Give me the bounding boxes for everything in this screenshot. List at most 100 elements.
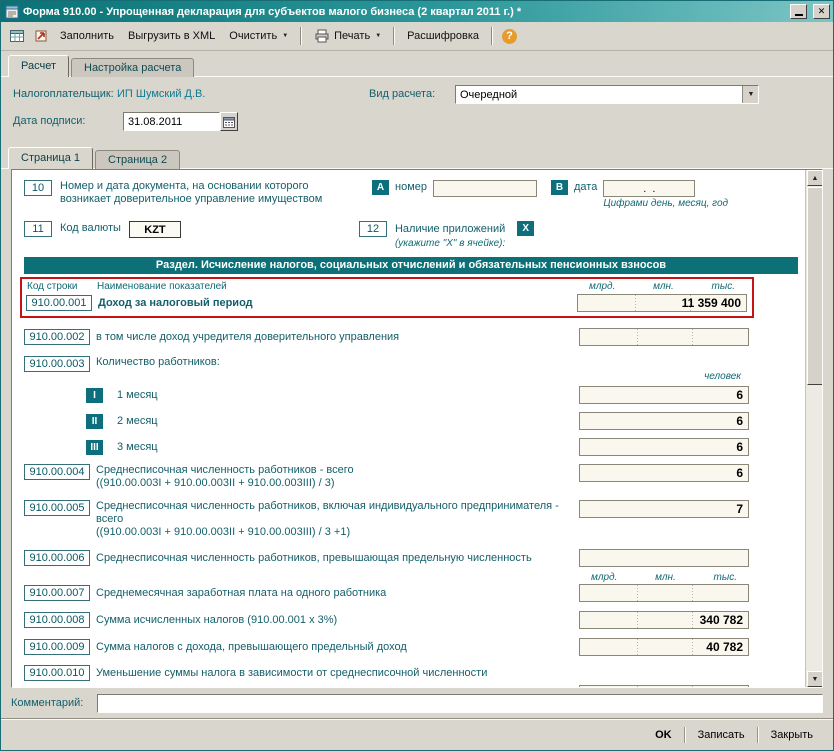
tab-page2[interactable]: Страница 2 [95, 150, 180, 169]
scroll-up-button[interactable]: ▲ [807, 170, 823, 186]
row-code: 11 [24, 221, 52, 237]
form-row-10: 10 Номер и дата документа, на основании … [24, 180, 805, 209]
attachments-group: Наличие приложений X (укажите "X" в ячей… [395, 221, 534, 249]
ok-button[interactable]: OK [645, 726, 682, 744]
attachments-x-field[interactable]: X [517, 221, 534, 236]
form-area: 10 Номер и дата документа, на основании … [11, 169, 823, 688]
toolbar-separator [300, 27, 302, 45]
calc-type-select[interactable]: Очередной ▼ [455, 85, 759, 104]
row-value-input[interactable] [579, 685, 749, 687]
clear-button[interactable]: Очистить▼ [223, 26, 294, 46]
scroll-down-button[interactable]: ▼ [807, 671, 823, 687]
form-row-month3: III 3 месяц [24, 438, 805, 456]
row-code: 12 [359, 221, 387, 237]
date-format-caption: Цифрами день, месяц, год [603, 198, 728, 209]
window-icon [5, 5, 19, 19]
col-name-header: Наименование показателей [97, 281, 227, 292]
calc-type-dropdown-button[interactable]: ▼ [742, 86, 758, 103]
export-xml-button[interactable]: Выгрузить в XML [122, 26, 221, 46]
export-xml-label: Выгрузить в XML [128, 30, 215, 42]
column-header-row: Код строки Наименование показателей млрд… [26, 281, 749, 294]
row-label: Количество работников: [96, 356, 220, 368]
tab-calc[interactable]: Расчет [8, 55, 69, 77]
row-value-input[interactable] [579, 638, 749, 656]
row-label-line1: Номер и дата документа, на основании кот… [60, 180, 372, 193]
row-label: Сумма исчисленных налогов (910.00.001 х … [96, 614, 337, 626]
row-value-input[interactable] [579, 549, 749, 567]
refresh-button[interactable] [30, 25, 52, 47]
form-row-910-00-002: 910.00.002 в том числе доход учредителя … [24, 328, 805, 346]
refresh-icon [33, 28, 49, 44]
taxpayer-value[interactable]: ИП Шумский Д.В. [117, 88, 205, 100]
help-button[interactable]: ? [499, 26, 520, 47]
page-tabstrip: Страница 1 Страница 2 [1, 143, 833, 169]
row-code: 910.00.006 [24, 550, 90, 566]
chevron-down-icon: ▼ [282, 33, 288, 39]
row-code: 910.00.005 [24, 500, 90, 516]
roman-iii-chip: III [86, 440, 103, 455]
form-row-910-00-009: 910.00.009 Сумма налогов с дохода, превы… [24, 638, 805, 656]
row-label-line1: Среднесписочная численность работников, … [96, 500, 579, 526]
unit-mn: млн. [655, 572, 676, 583]
row-value-input[interactable] [579, 500, 749, 518]
taxpayer-row: Налогоплательщик: ИП Шумский Д.В. Вид ра… [11, 85, 823, 106]
month1-value-input[interactable] [579, 386, 749, 404]
calendar-button[interactable] [220, 112, 238, 131]
row-value-input[interactable] [579, 328, 749, 346]
close-button-bottom[interactable]: Закрыть [761, 726, 823, 744]
vertical-scrollbar[interactable]: ▲ ▼ [805, 170, 822, 687]
arrow-down-icon: ▼ [812, 676, 819, 683]
scrollbar-thumb[interactable] [807, 187, 823, 385]
doc-number-input[interactable] [433, 180, 537, 197]
col-code-header: Код строки [27, 281, 97, 292]
calc-type-value: Очередной [456, 89, 742, 101]
date-label: дата [574, 181, 597, 193]
row-label: Среднесписочная численность работников, … [96, 552, 532, 564]
decrypt-button[interactable]: Расшифровка [401, 26, 485, 46]
form-row-month2: II 2 месяц [24, 412, 805, 430]
fill-button[interactable]: Заполнить [54, 26, 120, 46]
report-grid-button[interactable] [6, 25, 28, 47]
calendar-icon [223, 116, 235, 128]
main-tabstrip: Расчет Настройка расчета [1, 51, 833, 77]
minimize-button[interactable] [790, 4, 807, 19]
minimize-icon [795, 14, 803, 16]
tab-settings[interactable]: Настройка расчета [71, 58, 194, 77]
currency-value-field[interactable]: KZT [129, 221, 181, 238]
row-code: 910.00.004 [24, 464, 90, 480]
doc-date-input[interactable] [603, 180, 695, 197]
row-value-input[interactable] [579, 464, 749, 482]
button-separator [757, 727, 759, 743]
row-code: 910.00.010 [24, 665, 90, 681]
units-row-007: млрд. млн. тыс. [24, 571, 805, 583]
header-fields: Налогоплательщик: ИП Шумский Д.В. Вид ра… [1, 77, 833, 143]
bottom-bar: OK Записать Закрыть [1, 718, 833, 750]
form-row-910-00-006: 910.00.006 Среднесписочная численность р… [24, 549, 805, 567]
row-code: 10 [24, 180, 52, 196]
save-button[interactable]: Записать [688, 726, 755, 744]
row-value-input[interactable] [579, 584, 749, 602]
form-content: 10 Номер и дата документа, на основании … [12, 170, 805, 687]
tab-page1[interactable]: Страница 1 [8, 147, 93, 169]
month3-value-input[interactable] [579, 438, 749, 456]
roman-ii-chip: II [86, 414, 103, 429]
roman-i-chip: I [86, 388, 103, 403]
unit-bn: млрд. [589, 281, 615, 292]
month2-value-input[interactable] [579, 412, 749, 430]
print-button[interactable]: Печать▼ [308, 24, 387, 48]
chevron-down-icon: ▼ [375, 33, 381, 39]
row-value-input[interactable] [579, 611, 749, 629]
month3-label: 3 месяц [117, 441, 158, 453]
unit-mn: млн. [653, 281, 674, 292]
comment-input[interactable] [97, 694, 823, 713]
row-code: 910.00.001 [26, 295, 92, 311]
titlebar[interactable]: Форма 910.00 - Упрощенная декларация для… [1, 1, 833, 22]
fill-button-label: Заполнить [60, 30, 114, 42]
sign-date-input[interactable] [123, 112, 220, 131]
close-button[interactable]: ✕ [813, 4, 830, 19]
chevron-down-icon: ▼ [748, 91, 755, 98]
form-row-910-00-003: 910.00.003 Количество работников: челове… [24, 356, 805, 382]
income-value-input[interactable] [577, 294, 747, 312]
attachments-caption: (укажите "X" в ячейке): [395, 238, 534, 249]
row-formula: ((910.00.003I + 910.00.003II + 910.00.00… [96, 526, 579, 539]
